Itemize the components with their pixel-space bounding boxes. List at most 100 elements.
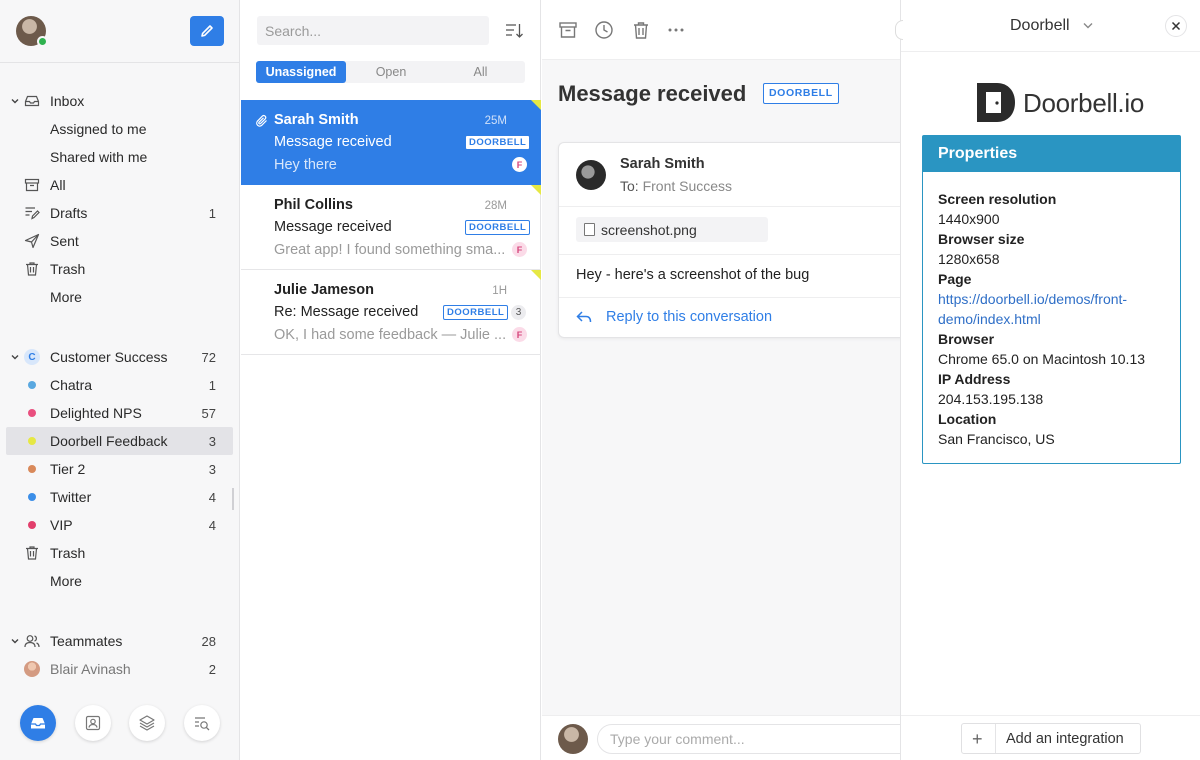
sidebar-item-assigned[interactable]: Assigned to me (6, 115, 233, 143)
sidebar-item-twitter[interactable]: Twitter 4 (6, 483, 233, 511)
tag-color-dot (28, 465, 36, 473)
sidebar-item-inbox[interactable]: Inbox (6, 87, 233, 115)
nav-layers-button[interactable] (129, 705, 165, 741)
sidebar-item-label: More (50, 573, 82, 589)
message-time: 1H (492, 285, 507, 297)
tab-open[interactable]: Open (346, 61, 436, 83)
sidebar-item-label: Trash (50, 261, 86, 277)
conversation-item[interactable]: Sarah Smith 25M Message received DOORBEL… (241, 100, 541, 185)
nav-search-button[interactable] (184, 705, 220, 741)
sidebar-item-count: 28 (201, 634, 216, 649)
sidebar-item-label: More (50, 289, 82, 305)
sidebar-item-count: 72 (201, 350, 216, 365)
tag-dot-icon (24, 377, 40, 393)
tag-color-corner (531, 270, 541, 280)
search-list-icon (195, 717, 210, 731)
panel-title[interactable]: Doorbell (1010, 17, 1070, 35)
sidebar-item-label: Assigned to me (50, 121, 147, 137)
sidebar-item-label: Teammates (50, 633, 123, 649)
sidebar-teammates[interactable]: Teammates 28 (6, 627, 233, 655)
page-url-link[interactable]: https://doorbell.io/demos/front-demo/ind… (938, 289, 1173, 329)
sidebar-item-label: Blair Avinash (50, 661, 131, 677)
archive-icon[interactable] (558, 20, 578, 40)
sidebar-item-more[interactable]: More (6, 283, 233, 311)
sidebar-item-label: All (50, 177, 66, 193)
sidebar-item-tier-2[interactable]: Tier 2 3 (6, 455, 233, 483)
user-avatar[interactable] (16, 16, 48, 47)
conversation-item[interactable]: Phil Collins 28M Message received DOORBE… (241, 185, 541, 270)
message-recipient: To: Front Success (620, 178, 732, 194)
property-key: Browser (938, 331, 995, 347)
pencil-icon (201, 25, 213, 37)
sidebar-item-label: Chatra (50, 377, 93, 393)
paperclip-icon (256, 115, 267, 127)
tab-unassigned[interactable]: Unassigned (256, 61, 346, 83)
doorbell-tag: DOORBELL (443, 305, 509, 320)
sidebar-item-chatra[interactable]: Chatra 1 (6, 371, 233, 399)
tag-dot-icon (24, 517, 40, 533)
layers-icon (139, 715, 155, 731)
chevron-down-icon[interactable] (1083, 22, 1093, 30)
sidebar-item-all[interactable]: All (6, 171, 233, 199)
sidebar-item-count: 1 (208, 378, 216, 393)
sidebar-team-customer-success[interactable]: C Customer Success 72 (6, 343, 233, 371)
sidebar-item-doorbell-feedback[interactable]: Doorbell Feedback 3 (6, 427, 233, 455)
comment-input[interactable] (597, 724, 917, 754)
clock-icon[interactable] (594, 20, 614, 40)
sidebar-item-vip[interactable]: VIP 4 (6, 511, 233, 539)
nav-inbox-button[interactable] (20, 705, 56, 741)
team-badge: C (24, 349, 40, 365)
integration-panel: Doorbell Doorbell.io Properties Screen r… (900, 0, 1200, 760)
property-value: San Francisco, US (938, 431, 1055, 447)
close-button[interactable] (1165, 15, 1187, 37)
button-divider (995, 724, 996, 753)
nav-contacts-button[interactable] (75, 705, 111, 741)
sidebar-item-label: Doorbell Feedback (50, 433, 168, 449)
trash-icon[interactable] (631, 20, 651, 40)
sidebar-item-team-trash[interactable]: Trash (6, 539, 233, 567)
property-key: Browser size (938, 231, 1025, 247)
search-input[interactable] (257, 16, 489, 45)
sidebar-divider (0, 62, 240, 63)
sidebar-item-drafts[interactable]: Drafts 1 (6, 199, 233, 227)
message-subject: Message received (274, 134, 392, 150)
chevron-down-icon[interactable] (10, 352, 20, 362)
chevron-down-icon[interactable] (10, 96, 20, 106)
sidebar-item-sent[interactable]: Sent (6, 227, 233, 255)
property-key: Page (938, 271, 972, 287)
sidebar-item-count: 1 (208, 206, 216, 221)
more-icon[interactable] (666, 20, 686, 40)
panel-resize-handle[interactable] (895, 20, 903, 40)
sidebar-item-shared[interactable]: Shared with me (6, 143, 233, 171)
attachment[interactable]: screenshot.png (576, 217, 768, 242)
sidebar-item-count: 4 (208, 490, 216, 505)
sort-icon[interactable] (504, 21, 524, 41)
sidebar-item-count: 57 (201, 406, 216, 421)
sidebar-item-count: 2 (208, 662, 216, 677)
compose-button[interactable] (190, 16, 224, 46)
doorbell-tag[interactable]: DOORBELL (763, 83, 839, 104)
sidebar-item-label: Drafts (50, 205, 88, 221)
sidebar-item-team-more[interactable]: More (6, 567, 233, 595)
tag-dot-icon (24, 489, 40, 505)
doorbell-logo-icon (977, 83, 1015, 122)
teammate-avatar (24, 661, 40, 677)
sidebar-item-label: Trash (50, 545, 86, 561)
sidebar-item-delighted-nps[interactable]: Delighted NPS 57 (6, 399, 233, 427)
card-divider (559, 206, 917, 207)
add-integration-button[interactable]: + Add an integration (961, 723, 1141, 754)
sidebar-scrollbar[interactable] (232, 488, 234, 510)
tag-color-corner (531, 100, 541, 110)
sidebar-item-label: Inbox (50, 93, 85, 109)
chevron-down-icon[interactable] (10, 636, 20, 646)
people-icon (24, 633, 40, 649)
message-sender: Phil Collins (274, 197, 353, 213)
conversation-item[interactable]: Julie Jameson 1H Re: Message received DO… (241, 270, 541, 355)
panel-footer: + Add an integration (901, 715, 1200, 760)
sidebar-item-trash[interactable]: Trash (6, 255, 233, 283)
message-preview: Hey there (274, 157, 337, 173)
sidebar-teammate-blair[interactable]: Blair Avinash 2 (6, 655, 233, 683)
tab-all[interactable]: All (436, 61, 525, 83)
inbox-tray-icon (31, 718, 45, 729)
reply-label: Reply to this conversation (606, 309, 773, 325)
